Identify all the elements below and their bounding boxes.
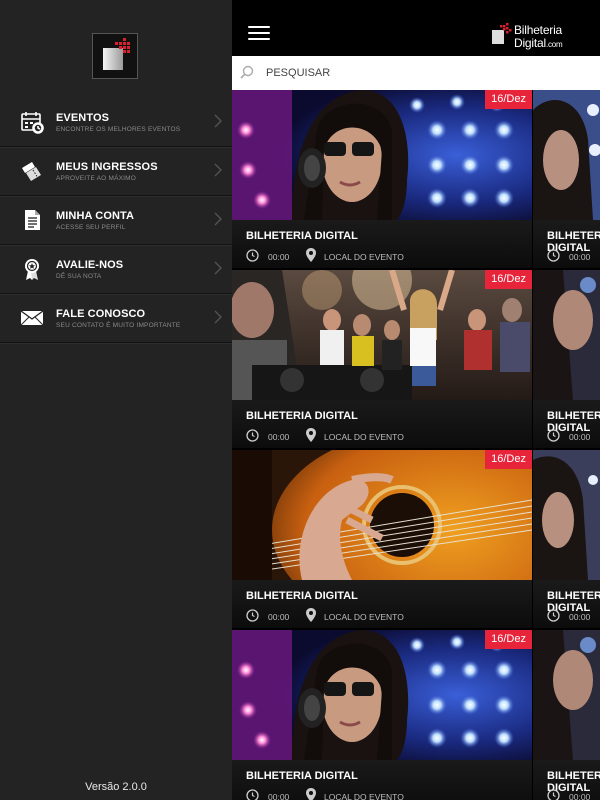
chevron-right-icon <box>214 310 222 324</box>
brand-mark-icon <box>492 23 512 44</box>
event-info: BILHETERIA DIGITAL 00:00 <box>533 580 600 628</box>
event-date-badge: 16/Dez <box>485 270 532 289</box>
top-bar: Bilheteria Digital.com <box>232 0 600 56</box>
clock-icon <box>246 429 259 442</box>
menu-item-fale-conosco[interactable]: FALE CONOSCO SEU CONTATO É MUITO IMPORTA… <box>0 294 232 343</box>
menu-item-subtitle: APROVEITE AO MÁXIMO <box>56 175 137 182</box>
event-date-badge: 16/Dez <box>485 90 532 109</box>
event-card-partial[interactable]: BILHETERIA DIGITAL 00:00 <box>533 630 600 800</box>
menu-item-title: MINHA CONTA <box>56 210 135 222</box>
event-time: 00:00 <box>569 432 591 442</box>
event-time: 00:00 <box>268 432 290 442</box>
hamburger-menu-icon[interactable] <box>248 26 270 42</box>
location-pin-icon <box>306 608 316 622</box>
event-time: 00:00 <box>268 792 290 800</box>
event-image <box>232 630 532 760</box>
menu-item-avalie-nos[interactable]: AVALIE-NOS DÊ SUA NOTA <box>0 245 232 294</box>
event-card[interactable]: 16/Dez BILHETERIA DIGITAL 00:00 LOCAL DO… <box>232 90 532 268</box>
brand-name-line2: Digital.com <box>514 36 563 50</box>
menu-item-minha-conta[interactable]: MINHA CONTA ACESSE SEU PERFIL <box>0 196 232 245</box>
event-image <box>533 270 600 400</box>
award-icon <box>20 257 44 281</box>
event-info: BILHETERIA DIGITAL 00:00 LOCAL DO EVENTO <box>232 580 532 628</box>
clock-icon <box>547 789 560 800</box>
event-card[interactable]: 16/Dez BILHETERIA DIGITAL 00:00 LOCAL DO… <box>232 450 532 628</box>
app-logo <box>92 33 138 79</box>
event-image <box>533 630 600 760</box>
clock-icon <box>547 249 560 262</box>
event-image <box>533 90 600 220</box>
side-menu-list: EVENTOS ENCONTRE OS MELHORES EVENTOS MEU… <box>0 98 232 343</box>
location-pin-icon <box>306 428 316 442</box>
clock-icon <box>246 789 259 800</box>
menu-item-title: AVALIE-NOS <box>56 259 124 271</box>
chevron-right-icon <box>214 212 222 226</box>
event-info: BILHETERIA DIGITAL 00:00 <box>533 400 600 448</box>
document-icon <box>20 208 44 232</box>
event-time: 00:00 <box>569 792 591 800</box>
clock-icon <box>547 429 560 442</box>
chevron-right-icon <box>214 163 222 177</box>
brand-name-line1: Bilheteria <box>514 23 563 37</box>
event-date-badge: 16/Dez <box>485 450 532 469</box>
search-bar <box>232 56 600 90</box>
event-time: 00:00 <box>268 252 290 262</box>
event-title: BILHETERIA DIGITAL <box>246 770 358 782</box>
location-pin-icon <box>306 788 316 800</box>
envelope-icon <box>20 306 44 330</box>
event-card[interactable]: 16/Dez BILHETERIA DIGITAL 00:00 LOCAL DO… <box>232 630 532 800</box>
event-card-partial[interactable]: BILHETERIA DIGITAL 00:00 <box>533 90 600 268</box>
brand-logo: Bilheteria Digital.com <box>490 18 576 50</box>
event-card-partial[interactable]: BILHETERIA DIGITAL 00:00 <box>533 270 600 448</box>
event-date-badge: 16/Dez <box>485 630 532 649</box>
event-image <box>232 450 532 580</box>
tickets-icon <box>20 159 44 183</box>
event-location: LOCAL DO EVENTO <box>324 612 404 622</box>
menu-item-subtitle: DÊ SUA NOTA <box>56 273 102 280</box>
clock-icon <box>547 609 560 622</box>
menu-item-title: FALE CONOSCO <box>56 308 146 320</box>
location-pin-icon <box>306 248 316 262</box>
event-time: 00:00 <box>268 612 290 622</box>
event-info: BILHETERIA DIGITAL 00:00 LOCAL DO EVENTO <box>232 760 532 800</box>
clock-icon <box>246 609 259 622</box>
chevron-right-icon <box>214 114 222 128</box>
event-info: BILHETERIA DIGITAL 00:00 <box>533 760 600 800</box>
event-card[interactable]: 16/Dez BILHETERIA DIGITAL 00:00 LOCAL DO… <box>232 270 532 448</box>
event-image <box>232 270 532 400</box>
menu-item-eventos[interactable]: EVENTOS ENCONTRE OS MELHORES EVENTOS <box>0 98 232 147</box>
event-location: LOCAL DO EVENTO <box>324 252 404 262</box>
search-icon <box>240 65 254 79</box>
side-menu: EVENTOS ENCONTRE OS MELHORES EVENTOS MEU… <box>0 0 232 800</box>
event-time: 00:00 <box>569 252 591 262</box>
menu-item-title: MEUS INGRESSOS <box>56 161 158 173</box>
menu-item-title: EVENTOS <box>56 112 110 124</box>
event-time: 00:00 <box>569 612 591 622</box>
search-input[interactable] <box>266 63 586 83</box>
event-image <box>533 450 600 580</box>
event-location: LOCAL DO EVENTO <box>324 432 404 442</box>
event-image <box>232 90 532 220</box>
event-location: LOCAL DO EVENTO <box>324 792 404 800</box>
chevron-right-icon <box>214 261 222 275</box>
main-content: Bilheteria Digital.com PESQUISAR 16/Dez … <box>232 0 600 800</box>
menu-item-subtitle: ACESSE SEU PERFIL <box>56 224 126 231</box>
event-info: BILHETERIA DIGITAL 00:00 LOCAL DO EVENTO <box>232 220 532 268</box>
event-card-partial[interactable]: BILHETERIA DIGITAL 00:00 <box>533 450 600 628</box>
menu-item-subtitle: ENCONTRE OS MELHORES EVENTOS <box>56 126 181 133</box>
menu-item-subtitle: SEU CONTATO É MUITO IMPORTANTE <box>56 322 181 329</box>
event-info: BILHETERIA DIGITAL 00:00 LOCAL DO EVENTO <box>232 400 532 448</box>
event-info: BILHETERIA DIGITAL 00:00 <box>533 220 600 268</box>
menu-item-meus-ingressos[interactable]: MEUS INGRESSOS APROVEITE AO MÁXIMO <box>0 147 232 196</box>
clock-icon <box>246 249 259 262</box>
event-title: BILHETERIA DIGITAL <box>246 410 358 422</box>
app-version: Versão 2.0.0 <box>85 781 147 793</box>
event-title: BILHETERIA DIGITAL <box>246 230 358 242</box>
event-title: BILHETERIA DIGITAL <box>246 590 358 602</box>
calendar-icon <box>20 110 44 134</box>
